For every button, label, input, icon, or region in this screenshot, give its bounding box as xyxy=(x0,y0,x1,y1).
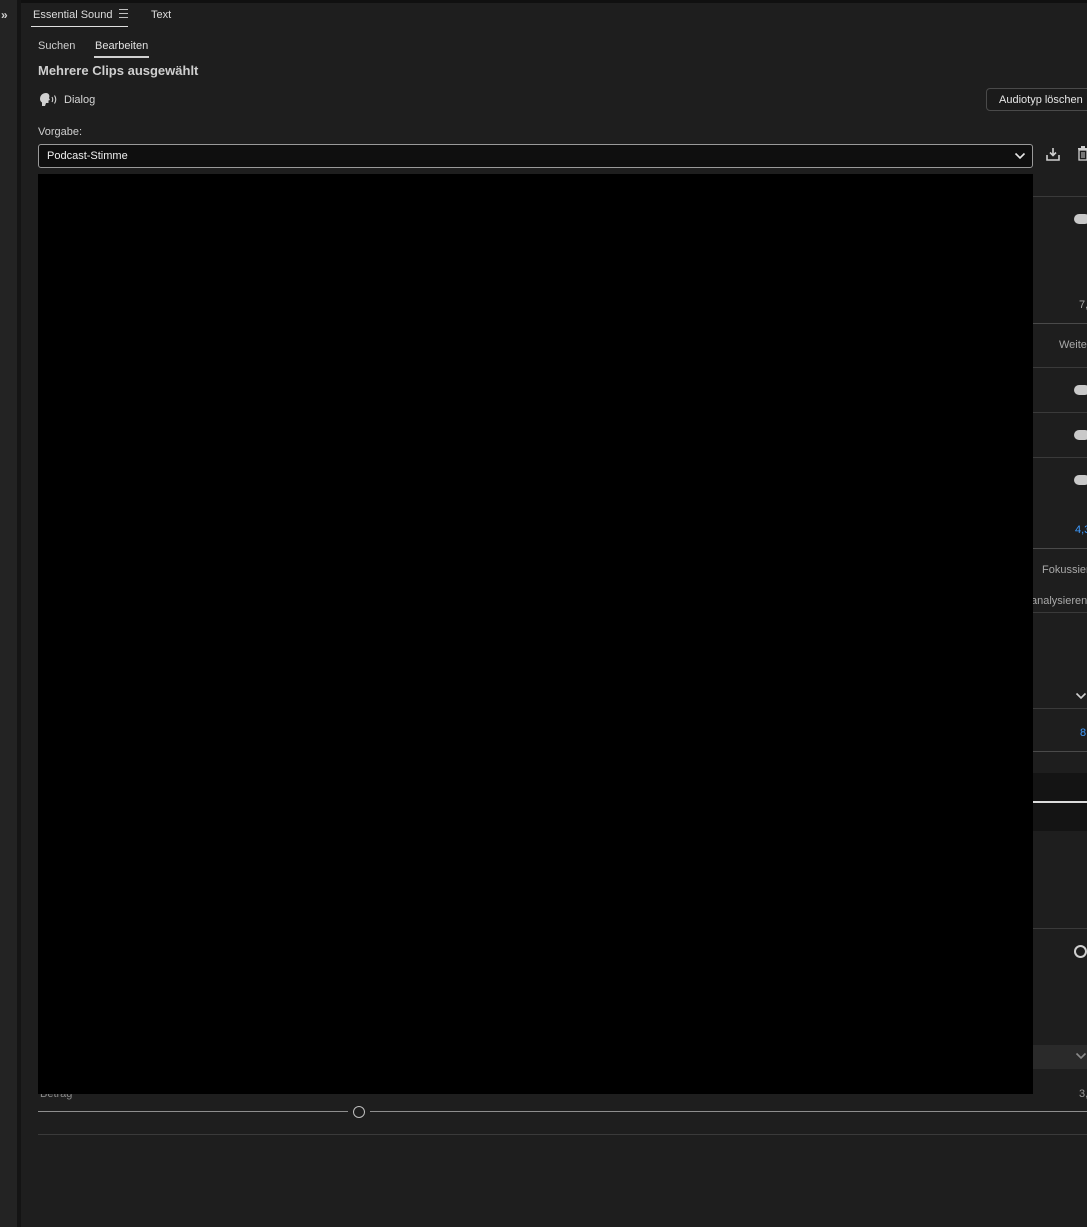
preset-selected-value: Podcast-Stimme xyxy=(47,150,128,162)
section-divider xyxy=(1033,367,1087,368)
value-readout-blue[interactable]: 8, xyxy=(1080,727,1087,739)
panel-menu-icon[interactable] xyxy=(119,9,128,19)
section-divider xyxy=(1033,751,1087,752)
toggle-switch[interactable] xyxy=(1074,214,1087,224)
section-divider xyxy=(1033,412,1087,413)
save-preset-icon[interactable] xyxy=(1045,146,1061,162)
tab-text[interactable]: Text xyxy=(151,9,171,21)
page-title: Mehrere Clips ausgewählt xyxy=(38,63,199,78)
chevron-down-icon[interactable] xyxy=(1075,1051,1087,1061)
toggle-switch[interactable] xyxy=(1074,385,1087,395)
active-subtab-indicator xyxy=(94,56,149,58)
section-divider xyxy=(1033,196,1087,197)
section-divider xyxy=(1033,708,1087,709)
preset-dropdown[interactable]: Podcast-Stimme xyxy=(38,144,1033,168)
amount-slider-handle[interactable] xyxy=(353,1106,365,1118)
value-readout-blue[interactable]: 4,3 xyxy=(1075,524,1087,536)
toggle-switch[interactable] xyxy=(1074,475,1087,485)
trash-icon[interactable] xyxy=(1077,145,1087,161)
curve-line xyxy=(1033,801,1087,803)
section-divider xyxy=(1033,548,1087,549)
expand-panels-icon[interactable]: » xyxy=(1,8,15,22)
chevron-down-icon xyxy=(1014,152,1026,160)
clear-audio-type-button[interactable]: Audiotyp löschen xyxy=(986,88,1087,111)
black-overlay xyxy=(38,174,1033,1094)
section-divider xyxy=(38,1134,1087,1135)
speaking-head-icon xyxy=(40,93,57,106)
focus-label[interactable]: Fokussier xyxy=(1042,564,1087,576)
section-divider xyxy=(1033,928,1087,929)
amount-value[interactable]: 3, xyxy=(1079,1088,1087,1100)
active-tab-indicator xyxy=(31,26,128,27)
subtab-edit[interactable]: Bearbeiten xyxy=(95,40,148,52)
section-divider xyxy=(1033,612,1087,613)
section-divider xyxy=(1033,323,1087,324)
tab-essential-sound[interactable]: Essential Sound xyxy=(33,9,113,21)
section-divider xyxy=(1033,457,1087,458)
subtab-search[interactable]: Suchen xyxy=(38,40,75,52)
value-readout: 7, xyxy=(1079,299,1087,311)
more-options-label[interactable]: Weite xyxy=(1059,339,1087,351)
amount-slider-track[interactable] xyxy=(370,1111,1087,1112)
audio-type-label: Dialog xyxy=(64,94,96,106)
left-panel-strip xyxy=(0,0,17,1227)
toggle-switch[interactable] xyxy=(1074,430,1087,440)
radio-button[interactable] xyxy=(1074,945,1087,958)
amount-slider-track[interactable] xyxy=(38,1111,348,1112)
analyze-label[interactable]: analysieren xyxy=(1031,595,1087,607)
chevron-down-icon[interactable] xyxy=(1075,691,1087,701)
preset-label: Vorgabe: xyxy=(38,126,83,138)
